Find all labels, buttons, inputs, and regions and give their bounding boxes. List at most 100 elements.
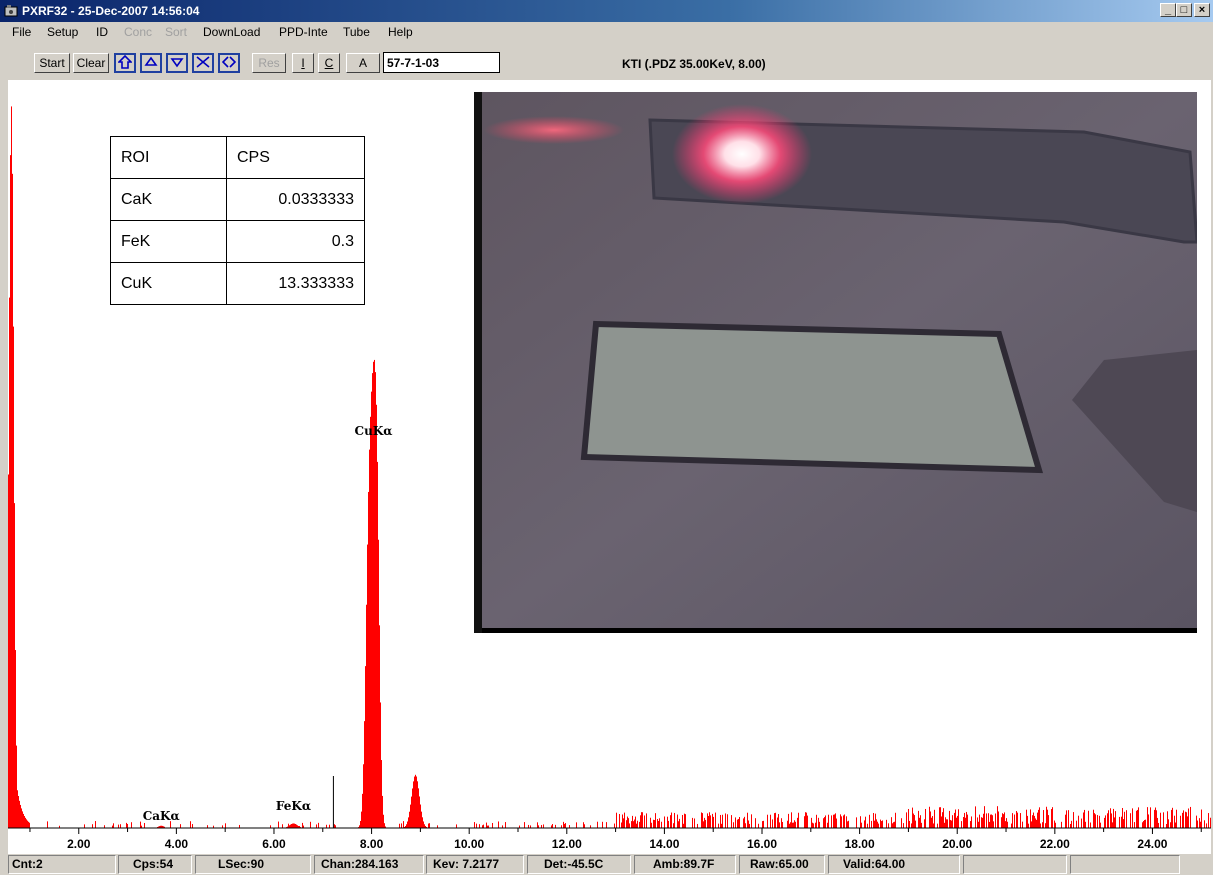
spectrum-bar	[127, 823, 128, 828]
menu-id[interactable]: ID	[96, 25, 108, 39]
spectrum-bar	[14, 503, 15, 828]
menu-sort[interactable]: Sort	[165, 25, 187, 39]
spectrum-bar	[1028, 823, 1029, 828]
spectrum-bar	[294, 823, 295, 828]
menu-setup[interactable]: Setup	[47, 25, 78, 39]
title-bar[interactable]: PXRF32 - 25-Dec-2007 14:56:04 _ □ ×	[0, 0, 1213, 22]
roi-table: ROI CPS CaK 0.0333333 FeK 0.3 CuK 13.333…	[110, 136, 365, 305]
spectrum-bar	[651, 822, 652, 828]
spectrum-bar	[456, 824, 457, 828]
tick-label: 8.00	[360, 837, 384, 851]
spectrum-bar	[911, 823, 912, 828]
spectrum-bar	[1081, 818, 1082, 828]
spectrum-bar	[413, 781, 414, 828]
minimize-button[interactable]: _	[1160, 3, 1176, 17]
spectrum-bar	[1094, 813, 1095, 828]
spectrum-bar	[893, 822, 894, 828]
res-button[interactable]: Res	[252, 53, 286, 73]
spectrum-bar	[682, 814, 683, 828]
spectrum-bar	[749, 823, 750, 828]
spectrum-bar	[834, 814, 835, 828]
spectrum-bar	[718, 823, 719, 828]
spectrum-bar	[19, 800, 20, 828]
spectrum-bar	[720, 814, 721, 828]
spectrum-bar	[882, 820, 883, 828]
zoom-out-button[interactable]	[218, 53, 240, 73]
menu-help[interactable]: Help	[388, 25, 413, 39]
spectrum-bar	[762, 821, 763, 828]
spectrum-bar	[1055, 822, 1056, 828]
scale-down-button[interactable]	[166, 53, 188, 73]
zoom-in-button[interactable]	[192, 53, 214, 73]
menu-tube[interactable]: Tube	[343, 25, 370, 39]
spectrum-bar	[1163, 812, 1164, 828]
spectrum-bar	[877, 821, 878, 828]
menu-file[interactable]: File	[12, 25, 31, 39]
spectrum-bar	[875, 813, 876, 828]
spectrum-bar	[782, 821, 783, 828]
spectrum-bar	[1043, 810, 1044, 828]
spectrum-bar	[20, 804, 21, 828]
spectrum-bar	[1112, 822, 1113, 828]
spectrum-bar	[867, 823, 868, 828]
spectrum-bar	[1199, 818, 1200, 828]
scale-up-button[interactable]	[140, 53, 162, 73]
spectrum-bar	[984, 806, 985, 828]
spectrum-bar	[376, 404, 377, 828]
spectrum-bar	[384, 823, 385, 828]
spectrum-bar	[288, 823, 289, 828]
spectrum-bar	[360, 820, 361, 828]
spectrum-bar	[366, 604, 367, 828]
spectrum-bar	[18, 795, 19, 828]
spectrum-bar	[831, 815, 832, 828]
clear-button[interactable]: Clear	[73, 53, 109, 73]
menu-conc[interactable]: Conc	[124, 25, 152, 39]
status-cps: Cps:54	[118, 855, 192, 874]
spectrum-bar	[912, 807, 913, 828]
spectrum-bar	[1076, 820, 1077, 828]
spectrum-bar	[1204, 820, 1205, 828]
spectrum-bar	[952, 815, 953, 828]
spectrum-bar	[1113, 808, 1114, 828]
spectrum-bar	[815, 822, 816, 828]
spectrum-bar	[942, 812, 943, 828]
chevron-down-icon	[170, 58, 184, 68]
spectrum-bar	[1143, 821, 1144, 828]
spectrum-bar	[1088, 810, 1089, 828]
sample-id-input[interactable]	[383, 52, 500, 73]
peak-label: CaKα	[143, 809, 180, 823]
status-valid: Valid:64.00	[828, 855, 960, 874]
spectrum-plot[interactable]: CaKα FeKα CuKα 2.00 4.00 6.00 8.00 10.00 12.00 1…	[8, 80, 1211, 854]
spectrum-bar	[919, 817, 920, 828]
spectrum-bar	[775, 812, 776, 828]
spectrum-bar	[944, 822, 945, 828]
menu-download[interactable]: DownLoad	[203, 25, 260, 39]
spectrum-bar	[428, 823, 429, 828]
spectrum-bar	[23, 813, 24, 828]
spectrum-bar	[1017, 812, 1018, 828]
spectrum-bar	[1065, 814, 1066, 828]
spectrum-bar	[372, 373, 373, 828]
spectrum-bar	[1051, 809, 1052, 828]
i-button[interactable]: I	[292, 53, 314, 73]
spectrum-bar	[24, 816, 25, 828]
tick-label: 2.00	[67, 837, 91, 851]
spectrum-bar	[1167, 811, 1168, 828]
spectrum-bar	[12, 173, 13, 828]
a-button[interactable]: A	[346, 53, 380, 73]
spectrum-bar	[702, 813, 703, 828]
c-button[interactable]: C	[318, 53, 340, 73]
spectrum-bar	[876, 819, 877, 828]
spectrum-bar	[15, 650, 16, 828]
spectrum-bar	[1054, 820, 1055, 828]
start-button[interactable]: Start	[34, 53, 70, 73]
spectrum-bar	[316, 824, 317, 828]
spectrum-bar	[848, 820, 849, 828]
spectrum-bar	[602, 821, 603, 828]
spectrum-bar	[704, 817, 705, 828]
maximize-button[interactable]: □	[1176, 3, 1192, 17]
spectrum-bar	[1180, 815, 1181, 828]
home-up-button[interactable]	[114, 53, 136, 73]
close-button[interactable]: ×	[1194, 3, 1210, 17]
menu-ppd-inte[interactable]: PPD-Inte	[279, 25, 328, 39]
